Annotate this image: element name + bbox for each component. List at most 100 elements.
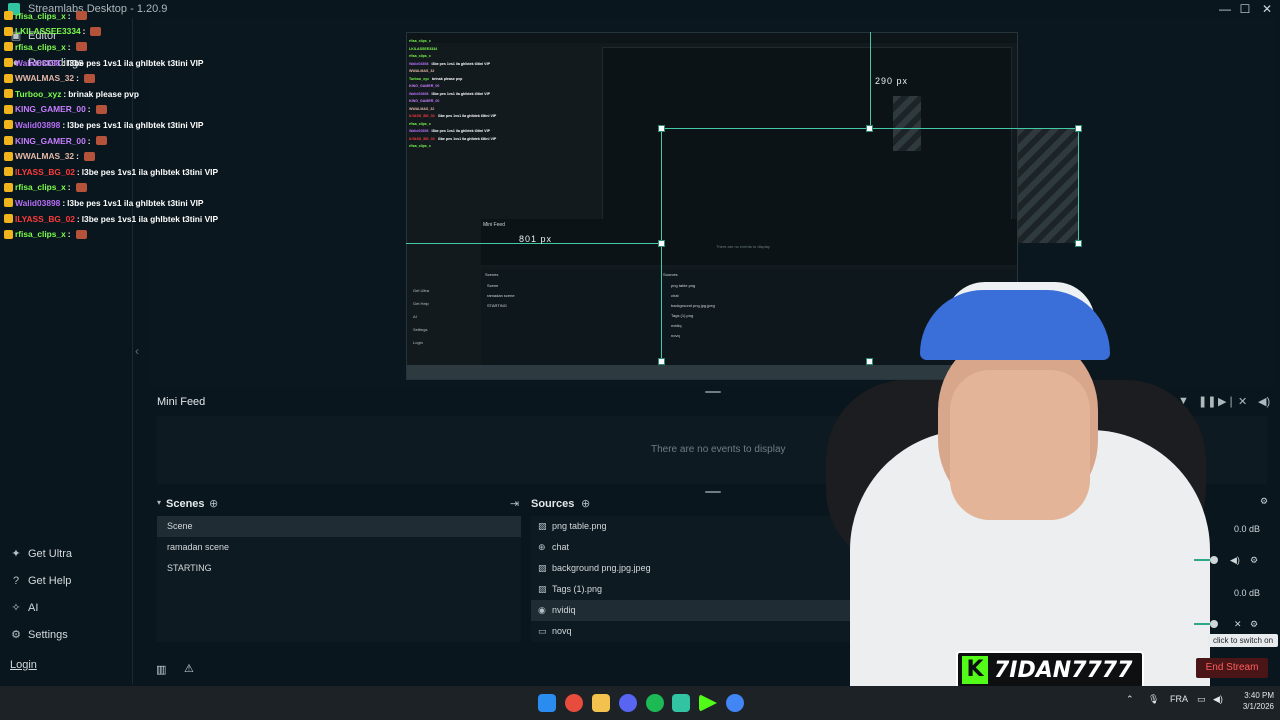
mixer-level: 0.0 dB xyxy=(1233,524,1260,534)
chat-separator: : xyxy=(67,41,71,52)
scene-item[interactable]: ramadan scene xyxy=(157,537,521,558)
clock[interactable]: 3:40 PM 3/1/2026 xyxy=(1226,690,1274,712)
preview-chat-message: WWALMAS_32 xyxy=(409,69,529,77)
start-menu-icon[interactable] xyxy=(538,694,556,712)
chat-emote-icon xyxy=(95,136,107,146)
resize-handle[interactable] xyxy=(658,125,665,132)
source-label: Tags (1).png xyxy=(552,584,603,594)
chat-username: ILYASS_BG_02 xyxy=(15,213,75,224)
volume-slider-handle[interactable] xyxy=(1210,620,1218,628)
language-indicator[interactable]: FRA xyxy=(1170,694,1188,704)
chevron-up-icon[interactable]: ⌃ xyxy=(1126,694,1134,705)
login-link[interactable]: Login xyxy=(10,659,37,671)
preview-chat-overlay: rfisa_clips_x LKILASSEE3334 rfisa_clips_x W… xyxy=(409,39,529,152)
mixer-settings-icon[interactable]: ⚙ xyxy=(1260,496,1268,507)
sidebar-item-settings[interactable]: ⚙ Settings xyxy=(10,629,68,641)
scene-item[interactable]: Scene xyxy=(157,516,521,537)
network-icon[interactable]: ▭ xyxy=(1197,694,1206,705)
preview-chat-message: WWALMAS_32 xyxy=(409,107,529,115)
source-item[interactable]: ▨ background png.jpg.jpeg xyxy=(531,558,861,579)
preview-chat-username: ILYASS_BG_02 xyxy=(409,114,435,118)
sidebar-item-label: AI xyxy=(28,602,39,614)
resize-handle[interactable] xyxy=(658,240,665,247)
maximize-button[interactable]: ☐ xyxy=(1234,0,1256,18)
chat-message: Walid03898 : l3be pes 1vs1 ila ghlbtek t… xyxy=(4,195,234,211)
resize-grip-icon[interactable] xyxy=(705,491,721,493)
chat-separator: : xyxy=(62,57,66,68)
chat-username: Walid03898 xyxy=(15,57,61,68)
volume-slider-handle[interactable] xyxy=(1210,556,1218,564)
chat-text: l3be pes 1vs1 ila ghlbtek t3tini VIP xyxy=(67,197,204,208)
chat-separator: : xyxy=(76,213,80,224)
file-explorer-icon[interactable] xyxy=(592,694,610,712)
scene-item[interactable]: STARTING xyxy=(157,558,521,579)
preview-source-item: chat xyxy=(671,293,679,298)
resize-handle[interactable] xyxy=(866,125,873,132)
gear-icon[interactable]: ⚙ xyxy=(1250,555,1258,566)
sidebar-item-get-ultra[interactable]: ✦ Get Ultra xyxy=(10,548,72,560)
source-item[interactable]: ◉ nvidiq xyxy=(531,600,861,621)
width-label: 801 px xyxy=(519,234,553,244)
performance-icon[interactable]: ▥ xyxy=(156,663,166,676)
chat-username: rfisa_clips_x xyxy=(15,229,66,240)
skip-icon[interactable]: ▶❘ xyxy=(1218,395,1236,408)
close-button[interactable]: ✕ xyxy=(1256,0,1278,18)
microphone-icon[interactable]: 🎙 xyxy=(1148,694,1159,705)
streamlabs-icon[interactable] xyxy=(672,694,690,712)
source-label: nvidiq xyxy=(552,605,576,615)
chat-message: ILYASS_BG_02 : l3be pes 1vs1 ila ghlbtek… xyxy=(4,164,234,180)
chat-badge-icon xyxy=(4,89,13,99)
minimize-button[interactable]: — xyxy=(1214,0,1236,18)
chat-text: l3be pes 1vs1 ila ghlbtek t3tini VIP xyxy=(81,166,219,177)
preview-chat-message: rfisa_clips_x xyxy=(409,39,529,47)
spotify-icon[interactable] xyxy=(646,694,664,712)
muted-mic-icon[interactable]: ✕ xyxy=(1234,619,1242,630)
chat-separator: : xyxy=(82,26,86,37)
volume-icon[interactable]: ◀) xyxy=(1258,395,1270,408)
chat-message: Walid03898 : l3be pes 1vs1 ila ghlbtek t… xyxy=(4,55,234,71)
collapse-sidebar-icon[interactable]: ‹ xyxy=(135,344,139,358)
chat-username: ILYASS_BG_02 xyxy=(15,166,75,177)
volume-icon[interactable]: ◀) xyxy=(1213,694,1223,705)
sidebar-item-label: Get Help xyxy=(28,575,72,587)
mute-alerts-icon[interactable]: ✕ xyxy=(1238,395,1247,408)
chat-emote-icon xyxy=(83,151,95,161)
speaker-icon[interactable]: ◀) xyxy=(1230,555,1240,566)
globe-icon: ⊕ xyxy=(538,542,546,552)
warning-icon[interactable]: ⚠ xyxy=(184,662,194,675)
preview-source-item: novq xyxy=(671,333,680,338)
sidebar-item-ai[interactable]: ✧ AI xyxy=(10,602,38,614)
add-source-icon[interactable]: ⊕ xyxy=(581,497,590,510)
preview-chat-text: l3be pes 1vs1 ila ghlbtek t3tini VIP xyxy=(431,91,490,96)
source-label: png table.png xyxy=(552,521,607,531)
resize-handle[interactable] xyxy=(658,358,665,365)
source-item[interactable]: ▨ Tags (1).png xyxy=(531,579,861,600)
source-item[interactable]: ▨ png table.png xyxy=(531,516,861,537)
chat-emote-icon xyxy=(75,42,87,52)
preview-nested-editor xyxy=(602,47,1012,237)
preview-chat-username: WWALMAS_32 xyxy=(409,106,435,111)
end-stream-button[interactable]: End Stream xyxy=(1196,658,1268,678)
source-item[interactable]: ▭ novq xyxy=(531,621,861,642)
chat-badge-icon xyxy=(4,26,13,36)
chat-username: Walid03898 xyxy=(15,197,61,208)
source-item[interactable]: ⊕ chat xyxy=(531,537,861,558)
chat-username: rfisa_clips_x xyxy=(15,10,66,21)
chrome-alt-icon[interactable] xyxy=(726,694,744,712)
resize-handle[interactable] xyxy=(1075,240,1082,247)
sidebar-item-label: Get Ultra xyxy=(28,548,73,560)
add-scene-icon[interactable]: ⊕ xyxy=(209,497,218,510)
chat-username: rfisa_clips_x xyxy=(15,182,66,193)
collapse-scenes-icon[interactable]: ▾ xyxy=(157,498,161,507)
sidebar-item-label: Settings xyxy=(28,629,68,641)
chrome-icon[interactable] xyxy=(565,694,583,712)
gear-icon[interactable]: ⚙ xyxy=(1250,619,1258,630)
chat-badge-icon xyxy=(4,214,13,224)
sidebar-item-get-help[interactable]: ? Get Help xyxy=(10,575,71,587)
resize-handle[interactable] xyxy=(1075,125,1082,132)
scene-collections-icon[interactable]: ⇥ xyxy=(510,497,519,510)
chat-badge-icon xyxy=(4,11,13,21)
chat-message: LKILASSEE3334 : xyxy=(4,24,234,40)
discord-icon[interactable] xyxy=(619,694,637,712)
clock-date: 3/1/2026 xyxy=(1242,702,1274,711)
